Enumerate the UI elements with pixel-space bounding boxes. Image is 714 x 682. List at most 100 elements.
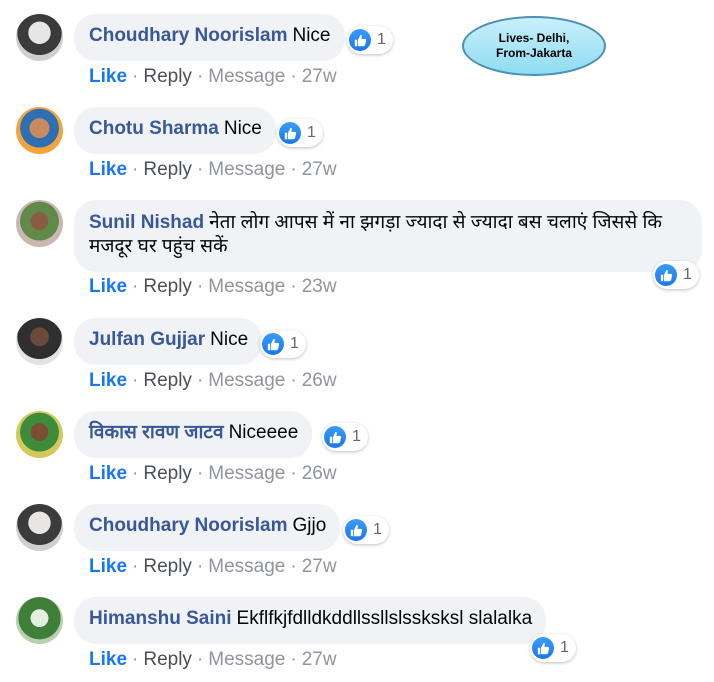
- comment-time[interactable]: 26w: [302, 370, 337, 391]
- separator: ·: [196, 66, 204, 87]
- like-reaction-icon: [349, 29, 371, 51]
- comment-time[interactable]: 27w: [302, 556, 337, 577]
- avatar[interactable]: [16, 411, 63, 458]
- like-link[interactable]: Like: [89, 556, 127, 577]
- comment-time[interactable]: 27w: [302, 159, 337, 180]
- reply-link[interactable]: Reply: [143, 276, 192, 297]
- comment-text: Nice: [292, 25, 331, 46]
- like-link[interactable]: Like: [89, 370, 127, 391]
- callout-line-2: From-Jakarta: [495, 46, 573, 60]
- reaction-number: 1: [307, 124, 316, 141]
- comment-author[interactable]: Himanshu Saini: [89, 608, 232, 629]
- reaction-count[interactable]: 1: [530, 634, 576, 662]
- like-link[interactable]: Like: [89, 66, 127, 87]
- like-link[interactable]: Like: [89, 649, 127, 670]
- like-reaction-icon: [262, 333, 284, 355]
- reply-link[interactable]: Reply: [143, 370, 192, 391]
- comment-actions: Like · Reply · Message · 27w: [89, 556, 337, 578]
- reaction-number: 1: [290, 335, 299, 352]
- comment-author[interactable]: Choudhary Noorislam: [89, 515, 287, 536]
- separator: ·: [290, 370, 297, 391]
- comment-bubble: Himanshu Saini Ekflfkjfdlldkddllssllslssk…: [74, 597, 547, 644]
- comment-text: Gjjo: [292, 515, 327, 536]
- reaction-count[interactable]: 1: [347, 26, 393, 54]
- reaction-number: 1: [683, 266, 692, 283]
- callout-line-1: Lives- Delhi,: [498, 31, 570, 45]
- separator: ·: [290, 649, 297, 670]
- like-link[interactable]: Like: [89, 276, 127, 297]
- comment-bubble: विकास रावण जाटव Niceeee: [74, 411, 313, 458]
- comment-author[interactable]: विकास रावण जाटव: [89, 422, 224, 443]
- comment-actions: Like · Reply · Message · 27w: [89, 649, 337, 671]
- reaction-count[interactable]: 1: [322, 423, 368, 451]
- separator: ·: [196, 276, 204, 297]
- like-link[interactable]: Like: [89, 159, 127, 180]
- message-link[interactable]: Message: [208, 276, 285, 297]
- separator: ·: [196, 649, 204, 670]
- comment-text: Nice: [223, 118, 262, 139]
- separator: ·: [290, 556, 297, 577]
- avatar[interactable]: [16, 107, 63, 154]
- avatar[interactable]: [16, 318, 63, 365]
- message-link[interactable]: Message: [208, 159, 285, 180]
- separator: ·: [132, 276, 139, 297]
- comment-author[interactable]: Choudhary Noorislam: [89, 25, 287, 46]
- comment-author[interactable]: Chotu Sharma: [89, 118, 219, 139]
- reply-link[interactable]: Reply: [143, 649, 192, 670]
- reply-link[interactable]: Reply: [143, 159, 192, 180]
- comment-bubble: Choudhary Noorislam Gjjo: [74, 504, 341, 551]
- reaction-number: 1: [373, 521, 382, 538]
- comment-time[interactable]: 27w: [302, 649, 337, 670]
- location-callout: Lives- Delhi, From-Jakarta: [462, 16, 606, 76]
- reaction-count[interactable]: 1: [260, 330, 306, 358]
- message-link[interactable]: Message: [208, 649, 285, 670]
- like-reaction-icon: [324, 426, 346, 448]
- separator: ·: [290, 66, 297, 87]
- separator: ·: [290, 276, 297, 297]
- comment-time[interactable]: 26w: [302, 463, 337, 484]
- comment-actions: Like · Reply · Message · 27w: [89, 159, 337, 181]
- avatar[interactable]: [16, 200, 63, 247]
- message-link[interactable]: Message: [208, 463, 285, 484]
- separator: ·: [290, 159, 297, 180]
- like-reaction-icon: [345, 519, 367, 541]
- comment-actions: Like · Reply · Message · 27w: [89, 66, 337, 88]
- separator: ·: [132, 649, 139, 670]
- separator: ·: [196, 370, 204, 391]
- comment-text: Nice: [210, 329, 249, 350]
- comment-bubble: Chotu Sharma Nice: [74, 107, 276, 154]
- comment-time[interactable]: 27w: [302, 66, 337, 87]
- separator: ·: [132, 556, 139, 577]
- comment-author[interactable]: Julfan Gujjar: [89, 329, 205, 350]
- reply-link[interactable]: Reply: [143, 463, 192, 484]
- message-link[interactable]: Message: [208, 66, 285, 87]
- avatar[interactable]: [16, 597, 63, 644]
- reaction-number: 1: [560, 639, 569, 656]
- like-link[interactable]: Like: [89, 463, 127, 484]
- comment-text: Niceeee: [228, 422, 299, 443]
- comment-actions: Like · Reply · Message · 23w: [89, 276, 337, 298]
- comment-time[interactable]: 23w: [302, 276, 337, 297]
- comment-actions: Like · Reply · Message · 26w: [89, 370, 337, 392]
- separator: ·: [290, 463, 297, 484]
- message-link[interactable]: Message: [208, 370, 285, 391]
- reply-link[interactable]: Reply: [143, 66, 192, 87]
- separator: ·: [132, 370, 139, 391]
- comment-text: Ekflfkjfdlldkddllssllslssksksl slalalka: [236, 608, 533, 629]
- separator: ·: [132, 159, 139, 180]
- reaction-count[interactable]: 1: [277, 119, 323, 147]
- comment-bubble: Choudhary Noorislam Nice: [74, 14, 345, 61]
- separator: ·: [132, 463, 139, 484]
- comment-bubble: Sunil Nishad नेता लोग आपस में ना झगड़ा ज्…: [74, 200, 702, 272]
- like-reaction-icon: [655, 264, 677, 286]
- comment-actions: Like · Reply · Message · 26w: [89, 463, 337, 485]
- comment-bubble: Julfan Gujjar Nice: [74, 318, 263, 365]
- message-link[interactable]: Message: [208, 556, 285, 577]
- separator: ·: [196, 556, 204, 577]
- reaction-count[interactable]: 1: [343, 516, 389, 544]
- avatar[interactable]: [16, 14, 63, 61]
- reply-link[interactable]: Reply: [143, 556, 192, 577]
- comment-author[interactable]: Sunil Nishad: [89, 212, 204, 233]
- reaction-count[interactable]: 1: [653, 261, 699, 289]
- avatar[interactable]: [16, 504, 63, 551]
